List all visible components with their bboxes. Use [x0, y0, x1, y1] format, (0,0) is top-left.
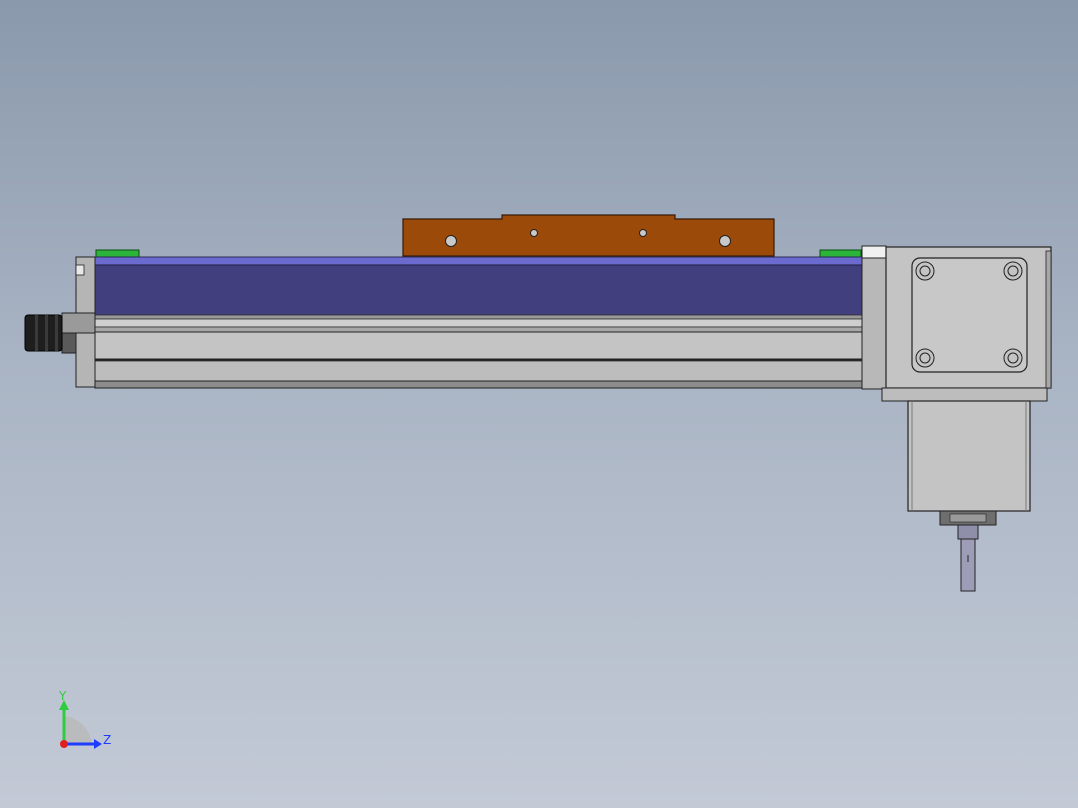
bolt-hole — [639, 229, 647, 237]
left-end-cap[interactable] — [61, 256, 96, 388]
rail-body[interactable] — [94, 256, 863, 389]
motor-cable[interactable] — [957, 524, 979, 592]
actuator-model[interactable] — [0, 0, 1078, 808]
cable-connector[interactable] — [24, 314, 63, 352]
cad-viewport[interactable]: Y Z — [0, 0, 1078, 808]
bolt-hole — [530, 229, 538, 237]
mount-screw — [915, 261, 935, 281]
gearbox-housing[interactable] — [861, 245, 1052, 402]
carriage-plate[interactable] — [402, 214, 775, 257]
bolt-hole — [445, 235, 457, 247]
motor-body[interactable] — [907, 400, 1031, 526]
mount-screw — [915, 348, 935, 368]
mount-screw — [1003, 261, 1023, 281]
bolt-hole — [719, 235, 731, 247]
mount-screw — [1003, 348, 1023, 368]
